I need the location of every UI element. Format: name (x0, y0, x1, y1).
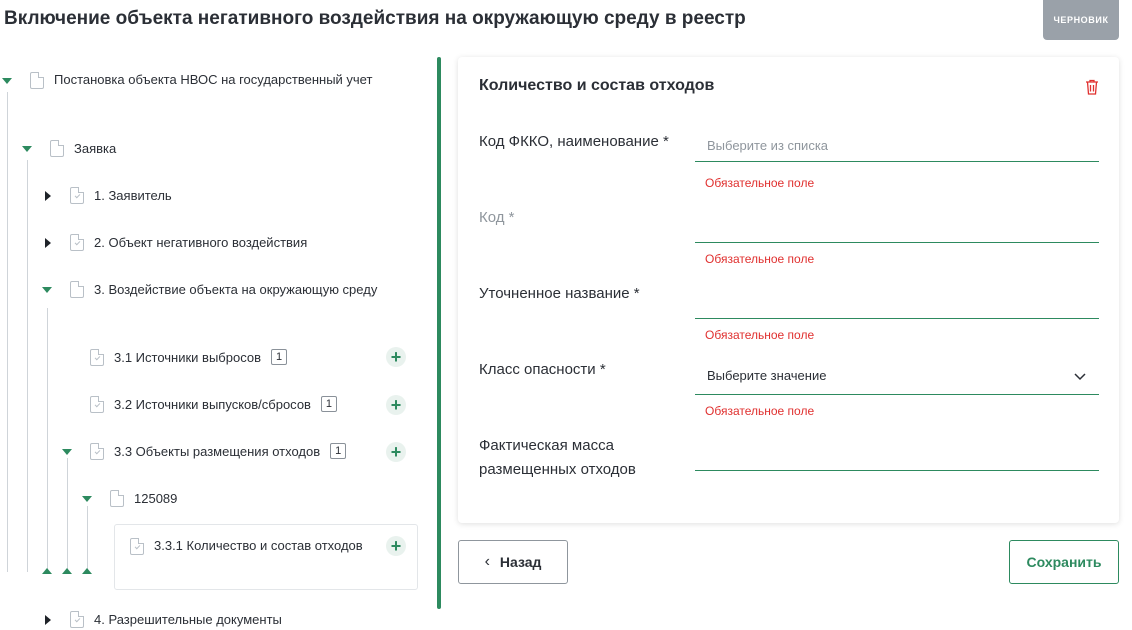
document-icon (50, 140, 64, 157)
tree-item-waste-amount[interactable]: 3.3.1 Количество и состав отходов (154, 535, 374, 556)
tree-item-applicant[interactable]: 1. Заявитель (94, 185, 172, 206)
tree-guide-line (87, 506, 88, 572)
document-icon (70, 611, 84, 628)
tree-guide-line (27, 160, 28, 572)
chevron-left-icon: ‹ (484, 553, 490, 570)
fkko-input[interactable] (695, 130, 1099, 162)
tree-item-label: 2. Объект негативного воздействия (94, 235, 308, 250)
code-input[interactable] (695, 211, 1099, 243)
tree-item-emission-sources[interactable]: 3.1 Источники выбросов 1 (114, 347, 287, 368)
tree-item-label: 3.3 Объекты размещения отходов (114, 444, 321, 459)
collapse-toggle-icon[interactable] (45, 191, 51, 201)
fkko-error: Обязательное поле (705, 176, 815, 190)
tree-item-root[interactable]: Постановка объекта НВОС на государственн… (54, 69, 384, 90)
form-title: Количество и состав отходов (479, 77, 715, 94)
code-error: Обязательное поле (705, 252, 815, 266)
tree-item-label: Постановка объекта НВОС на государственн… (54, 72, 373, 87)
tree-item-label: 1. Заявитель (94, 188, 172, 203)
tree-guide-line (47, 308, 48, 572)
expand-toggle-icon[interactable] (82, 496, 92, 502)
expand-toggle-icon[interactable] (62, 449, 72, 455)
tree-item-application[interactable]: Заявка (74, 138, 116, 159)
code-label: Код * (479, 209, 515, 226)
hazard-class-select[interactable]: Выберите значение (695, 357, 1099, 395)
add-emission-source-button[interactable]: + (386, 347, 406, 367)
tree-item-object[interactable]: 2. Объект негативного воздействия (94, 232, 307, 253)
tree-item-discharge-sources[interactable]: 3.2 Источники выпусков/сбросов 1 (114, 394, 337, 415)
expand-toggle-icon[interactable] (22, 146, 32, 152)
document-icon (90, 443, 104, 460)
collapse-toggle-icon[interactable] (45, 615, 51, 625)
tree-item-permits[interactable]: 4. Разрешительные документы (94, 609, 282, 630)
hazard-class-error: Обязательное поле (705, 404, 815, 418)
add-waste-amount-button[interactable]: + (386, 536, 406, 556)
back-button-label: Назад (499, 554, 542, 570)
tree-item-label: 3.3.1 Количество и состав отходов (154, 538, 363, 553)
document-icon (90, 396, 104, 413)
document-icon (90, 349, 104, 366)
save-button[interactable]: Сохранить (1009, 540, 1119, 584)
tree-item-impact[interactable]: 3. Воздействие объекта на окружающую сре… (94, 279, 384, 300)
count-badge: 1 (271, 349, 287, 365)
tree-item-object-id[interactable]: 125089 (134, 488, 177, 509)
mass-label: Фактическая масса размещенных отходов (479, 437, 636, 478)
collapse-toggle-icon[interactable] (45, 238, 51, 248)
waste-form-card: Количество и состав отходов Код ФККО, на… (458, 57, 1119, 523)
tree-item-waste-objects[interactable]: 3.3 Объекты размещения отходов 1 (114, 441, 347, 462)
add-waste-object-button[interactable]: + (386, 442, 406, 462)
tree-guide-line (7, 92, 8, 572)
tree-item-label: 3. Воздействие объекта на окружающую сре… (94, 282, 378, 297)
tree-scrollbar[interactable] (437, 57, 441, 609)
fkko-label: Код ФККО, наименование * (479, 133, 669, 150)
tree-item-label: 125089 (134, 491, 178, 506)
document-icon (70, 234, 84, 251)
refined-name-input[interactable] (695, 287, 1099, 319)
tree-item-label: 4. Разрешительные документы (94, 612, 282, 627)
expand-toggle-icon[interactable] (42, 287, 52, 293)
tree-guide-line (67, 458, 68, 572)
chevron-down-icon (1074, 372, 1086, 380)
expand-toggle-icon[interactable] (2, 78, 12, 84)
add-discharge-source-button[interactable]: + (386, 395, 406, 415)
refined-name-error: Обязательное поле (705, 328, 815, 342)
refined-name-label: Уточненное название * (479, 285, 640, 302)
selected-tree-item[interactable] (114, 524, 418, 590)
count-badge: 1 (320, 396, 337, 412)
status-badge: ЧЕРНОВИК (1043, 0, 1119, 40)
collapse-up-icon[interactable] (62, 568, 72, 574)
document-icon (130, 538, 144, 555)
document-icon (110, 490, 124, 507)
mass-input[interactable] (695, 439, 1099, 471)
trash-icon[interactable] (1085, 79, 1099, 95)
tree-item-label: 3.2 Источники выпусков/сбросов (114, 397, 311, 412)
document-icon (70, 187, 84, 204)
document-icon (30, 72, 44, 89)
tree-item-label: 3.1 Источники выбросов (114, 350, 261, 365)
count-badge: 1 (330, 443, 347, 459)
tree-panel: Постановка объекта НВОС на государственн… (0, 56, 436, 630)
tree-item-label: Заявка (74, 141, 117, 156)
page-title: Включение объекта негативного воздействи… (4, 8, 746, 29)
document-icon (70, 281, 84, 298)
collapse-up-icon[interactable] (82, 568, 92, 574)
back-button[interactable]: ‹ Назад (458, 540, 568, 584)
hazard-class-label: Класс опасности * (479, 361, 606, 378)
hazard-class-value: Выберите значение (707, 368, 827, 383)
collapse-up-icon[interactable] (42, 568, 52, 574)
